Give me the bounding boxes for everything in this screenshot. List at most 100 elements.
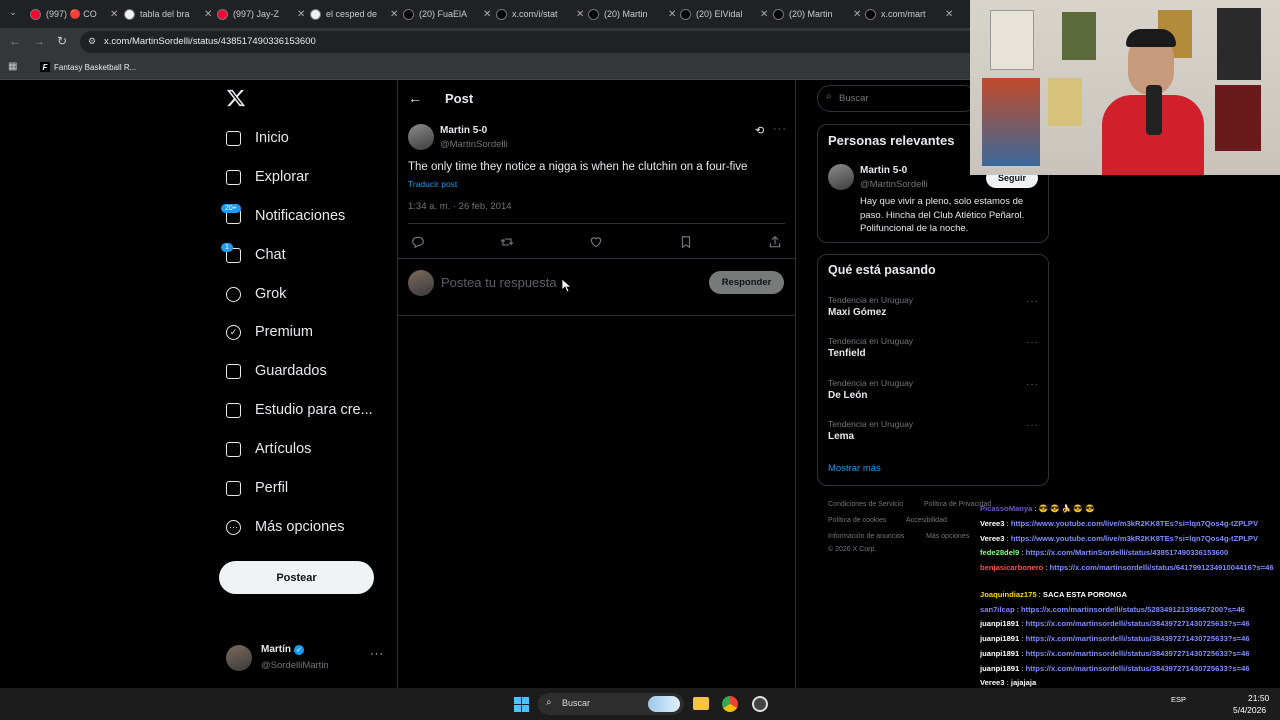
chrome-icon[interactable] [722,696,738,712]
browser-tab[interactable]: el cesped de ✕ [310,5,398,23]
nav-item-premium[interactable]: ✓ Premium [226,320,313,344]
trend-more-icon[interactable]: ··· [1026,337,1039,348]
poster-image [1048,78,1082,126]
footer-accessibility[interactable]: Accesibilidad [906,517,947,524]
notification-badge: 20+ [221,203,241,213]
browser-tab[interactable]: (997) Jay-Z ✕ [217,5,305,23]
bookmark-icon[interactable] [679,235,693,249]
taskbar-search[interactable]: ⌕ Buscar [538,693,684,715]
close-icon[interactable]: ✕ [204,9,212,20]
reply-icon[interactable] [411,235,425,249]
tab-list-button[interactable]: ⌄ [6,7,20,21]
close-icon[interactable]: ✕ [110,9,118,20]
browser-tab[interactable]: tabla del bra ✕ [124,5,212,23]
post-author-handle[interactable]: @MartinSordelli [440,139,508,150]
nav-item-estudio-para-cre[interactable]: Estudio para cre... [226,398,373,422]
footer-cookies[interactable]: Política de cookies [828,517,886,524]
close-icon[interactable]: ✕ [576,9,584,20]
bookmark-item[interactable]: F Fantasy Basketball R... [40,62,136,72]
browser-tab[interactable]: (20) Martin ✕ [588,5,676,23]
post-author-name[interactable]: Martin 5-0 [440,125,487,136]
poster-image [1215,85,1261,151]
footer-terms[interactable]: Condiciones de Servicio [828,501,903,508]
footer-more[interactable]: Más opciones [926,533,969,540]
back-arrow-icon[interactable]: ← [9,34,21,48]
relevant-handle[interactable]: @MartinSordelli [860,179,928,190]
nav-item-perfil[interactable]: Perfil [226,476,288,500]
close-icon[interactable]: ✕ [390,9,398,20]
search-icon: ⌕ [826,91,832,102]
grok-explain-icon[interactable]: ⟲ [755,124,764,137]
nav-item-art-culos[interactable]: Artículos [226,437,311,461]
search-input[interactable]: Buscar [839,93,869,104]
browser-tab[interactable]: (20) FuaElA ✕ [403,5,491,23]
url-text: x.com/MartinSordelli/status/438517490336… [104,36,316,47]
trend-context: Tendencia en Uruguay [828,378,914,388]
share-icon[interactable] [768,235,782,249]
nav-item-notificaciones[interactable]: 20+ Notificaciones [221,203,345,228]
nav-item-inicio[interactable]: Inicio [226,126,289,150]
nav-item-chat[interactable]: 1 Chat [221,242,286,267]
close-icon[interactable]: ✕ [297,9,305,20]
recording-app-icon[interactable] [752,696,768,712]
reply-avatar [408,270,434,296]
reload-icon[interactable]: ↻ [57,34,67,48]
nav-item-guardados[interactable]: Guardados [226,359,327,383]
like-icon[interactable] [589,235,603,249]
post-button[interactable]: Postear [219,561,374,594]
site-info-icon[interactable]: ⚙ [88,36,96,47]
browser-tab[interactable]: (997) 🔴 CO ✕ [30,5,118,23]
translate-link[interactable]: Traducir post [408,179,457,189]
file-explorer-icon[interactable] [693,697,709,710]
tab-favicon-icon [310,8,321,20]
trend-more-icon[interactable]: ··· [1026,379,1039,390]
nav-label: Premium [255,324,314,340]
browser-tab[interactable]: (20) ElVidal ✕ [680,5,768,23]
trend-name: Maxi Gómez [828,307,887,318]
close-icon[interactable]: ✕ [760,9,768,20]
account-more-icon[interactable]: ··· [370,648,384,660]
chat-text: https://x.com/MartinSordelli/status/4385… [1025,548,1229,557]
relevant-avatar[interactable] [828,164,854,190]
home-icon [226,130,241,146]
close-icon[interactable]: ✕ [668,9,676,20]
repost-icon[interactable] [500,235,514,249]
lang-indicator[interactable]: ESP [1171,695,1186,704]
trend-more-icon[interactable]: ··· [1026,296,1039,307]
windows-start-icon[interactable] [514,697,529,712]
relevant-name[interactable]: Martin 5-0 [860,165,907,176]
x-logo-icon[interactable] [226,88,246,113]
tab-favicon-icon [124,8,135,20]
poster-image [982,78,1040,166]
tab-favicon-icon [773,8,784,20]
chat-username: juanpi1891 [980,649,1020,658]
post-timestamp[interactable]: 1:34 a. m. · 26 feb. 2014 [408,201,512,212]
browser-tab[interactable]: x.com/mart ✕ [865,5,953,23]
nav-label: Chat [255,247,286,263]
post-more-icon[interactable]: ··· [773,123,787,135]
close-icon[interactable]: ✕ [945,9,953,20]
clock-date[interactable]: 5/4/2026 [1233,705,1266,715]
trend-more-icon[interactable]: ··· [1026,420,1039,431]
post-author-avatar[interactable] [408,124,434,150]
show-more-link[interactable]: Mostrar más [828,463,881,474]
footer-ads[interactable]: Información de anuncios [828,533,904,540]
browser-tab[interactable]: x.com/i/stat ✕ [496,5,584,23]
account-switcher[interactable]: Martín ✓ @SordelliMartin ··· [226,642,386,676]
close-icon[interactable]: ✕ [483,9,491,20]
nav-item-grok[interactable]: Grok [226,282,286,306]
apps-grid-icon[interactable]: ▦ [8,61,17,72]
forward-arrow-icon[interactable]: → [33,34,45,48]
tab-favicon-icon [865,8,876,20]
tab-favicon-icon [496,8,507,20]
back-button[interactable]: ← [408,90,422,106]
trend-name: De León [828,390,868,401]
browser-tab[interactable]: (20) Martin ✕ [773,5,861,23]
nav-item-explorar[interactable]: Explorar [226,165,309,189]
reply-button[interactable]: Responder [709,271,784,294]
close-icon[interactable]: ✕ [853,9,861,20]
nav-item-m-s-opciones[interactable]: ⋯ Más opciones [226,515,344,539]
clock-time[interactable]: 21:50 [1248,693,1269,703]
account-handle: @SordelliMartin [261,660,329,671]
taskbar: ⌕ Buscar ESP 21:50 5/4/2026 [0,688,1280,720]
